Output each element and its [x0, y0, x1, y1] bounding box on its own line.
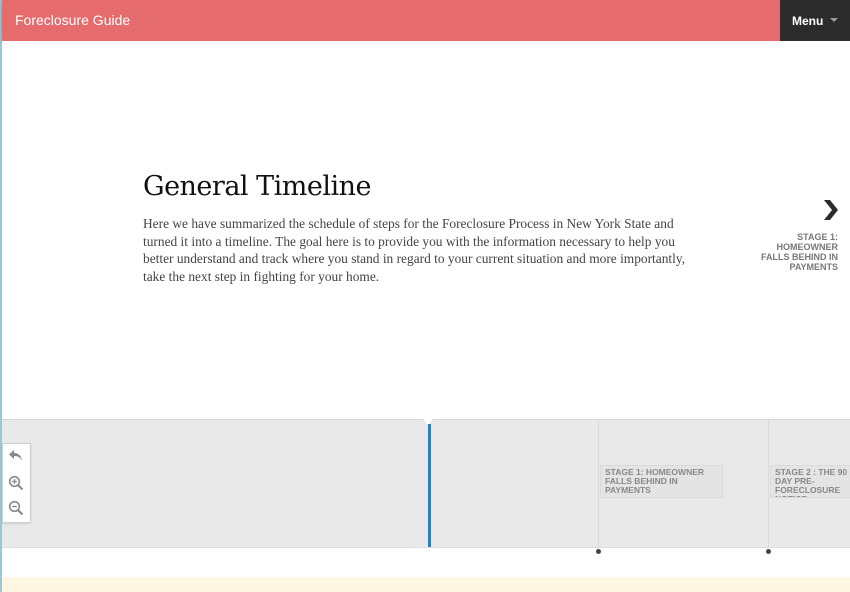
brand-link[interactable]: Foreclosure Guide [15, 12, 130, 28]
timeline-description: Here we have summarized the schedule of … [143, 216, 686, 284]
timeline-zoom-controls [2, 443, 31, 523]
timeline-event-stage-2[interactable]: STAGE 2 : THE 90 DAY PRE-FORECLOSURE NOT… [770, 465, 850, 498]
timeline-tick [768, 420, 769, 548]
timeline-navigator[interactable]: STAGE 1: HOMEOWNER FALLS BEHIND IN PAYME… [2, 419, 850, 548]
chevron-right-icon[interactable] [820, 198, 842, 222]
menu-button-label: Menu [792, 14, 824, 28]
page-title: General Timeline [143, 171, 372, 202]
menu-button[interactable]: Menu [780, 0, 850, 41]
next-slide-label[interactable]: STAGE 1: HOMEOWNER FALLS BEHIND IN PAYME… [750, 232, 838, 272]
timeline-tick [598, 420, 599, 548]
axis-dot [596, 549, 601, 554]
timeline-axis [2, 547, 850, 578]
bottom-band [2, 577, 850, 592]
zoom-in-icon[interactable] [8, 475, 24, 491]
caret-down-icon [830, 18, 838, 22]
timeline-event-stage-1[interactable]: STAGE 1: HOMEOWNER FALLS BEHIND IN PAYME… [600, 465, 723, 498]
axis-dot [766, 549, 771, 554]
current-position-marker [428, 424, 431, 548]
top-navbar: Foreclosure Guide Menu [2, 0, 850, 41]
zoom-out-icon[interactable] [8, 500, 24, 516]
undo-icon[interactable] [8, 449, 24, 463]
timeline-slide: General Timeline Here we have summarized… [2, 41, 850, 419]
